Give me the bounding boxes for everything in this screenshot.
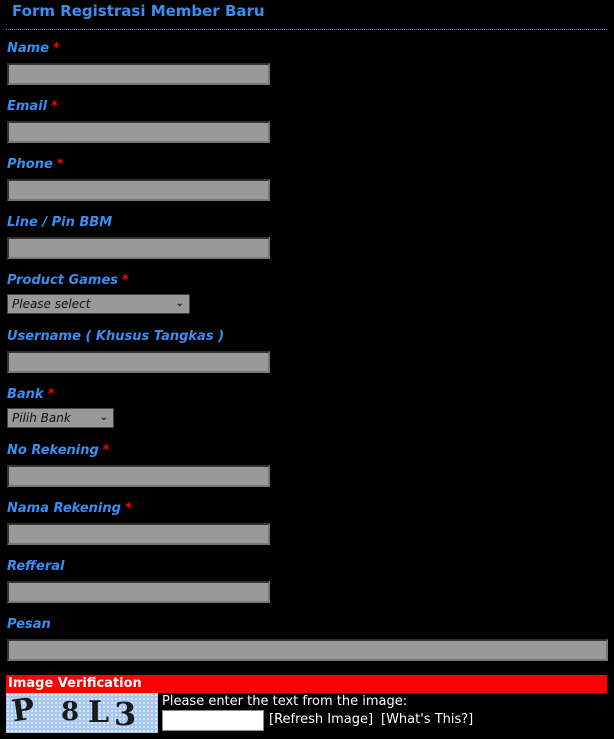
pesan-field-group: Pesan [7, 616, 608, 661]
refferal-field-group: Refferal [7, 558, 270, 603]
required-marker: * [51, 99, 58, 114]
refresh-image-link[interactable]: [Refresh Image] [269, 712, 373, 727]
product-games-select[interactable]: Please select ⌄ [7, 294, 190, 314]
phone-label: Phone * [7, 157, 64, 172]
no-rekening-input[interactable] [7, 465, 270, 487]
refferal-label: Refferal [7, 559, 65, 574]
name-label: Name * [7, 41, 60, 56]
required-marker: * [56, 157, 64, 172]
bank-label: Bank * [7, 387, 55, 402]
nama-rekening-input[interactable] [7, 523, 270, 545]
captcha-char: 3 [114, 695, 137, 733]
line-bbm-input[interactable] [7, 237, 270, 259]
nama-rekening-field-group: Nama Rekening * [7, 500, 270, 545]
required-marker: * [47, 387, 55, 402]
page-title: Form Registrasi Member Baru [12, 2, 265, 20]
email-label: Email * [7, 99, 58, 114]
line-bbm-field-group: Line / Pin BBM [7, 214, 270, 259]
required-marker: * [53, 41, 60, 56]
captcha-char: L [88, 695, 110, 730]
chevron-down-icon: ⌄ [175, 298, 184, 309]
phone-field-group: Phone * [7, 156, 270, 201]
no-rekening-field-group: No Rekening * [7, 442, 270, 487]
required-marker: * [124, 501, 132, 516]
captcha-char: 8 [61, 697, 80, 727]
chevron-down-icon: ⌄ [99, 412, 108, 423]
product-games-label: Product Games * [7, 273, 129, 288]
title-divider [6, 29, 607, 30]
verification-prompt: Please enter the text from the image: [162, 694, 408, 709]
product-games-selected: Please select [12, 297, 91, 311]
username-input[interactable] [7, 351, 270, 373]
captcha-input[interactable] [162, 710, 264, 731]
phone-input[interactable] [7, 179, 270, 201]
bank-field-group: Bank * Pilih Bank ⌄ [7, 386, 114, 428]
captcha-image: P 8 L 3 [6, 693, 158, 733]
required-marker: * [122, 273, 129, 288]
no-rekening-label: No Rekening * [7, 443, 110, 458]
nama-rekening-label: Nama Rekening * [7, 501, 132, 516]
bank-selected: Pilih Bank [12, 411, 71, 425]
pesan-label: Pesan [7, 617, 51, 632]
email-input[interactable] [7, 121, 270, 143]
image-verification-heading: Image Verification [6, 675, 607, 693]
username-field-group: Username ( Khusus Tangkas ) [7, 328, 270, 373]
name-field-group: Name * [7, 40, 270, 85]
whats-this-link[interactable]: [What's This?] [381, 712, 473, 727]
pesan-input[interactable] [7, 639, 608, 661]
product-field-group: Product Games * Please select ⌄ [7, 272, 190, 314]
email-field-group: Email * [7, 98, 270, 143]
line-bbm-label: Line / Pin BBM [7, 215, 113, 230]
bank-select[interactable]: Pilih Bank ⌄ [7, 408, 114, 428]
captcha-char: P [9, 693, 37, 730]
username-label: Username ( Khusus Tangkas ) [7, 329, 225, 344]
name-input[interactable] [7, 63, 270, 85]
refferal-input[interactable] [7, 581, 270, 603]
required-marker: * [102, 443, 110, 458]
